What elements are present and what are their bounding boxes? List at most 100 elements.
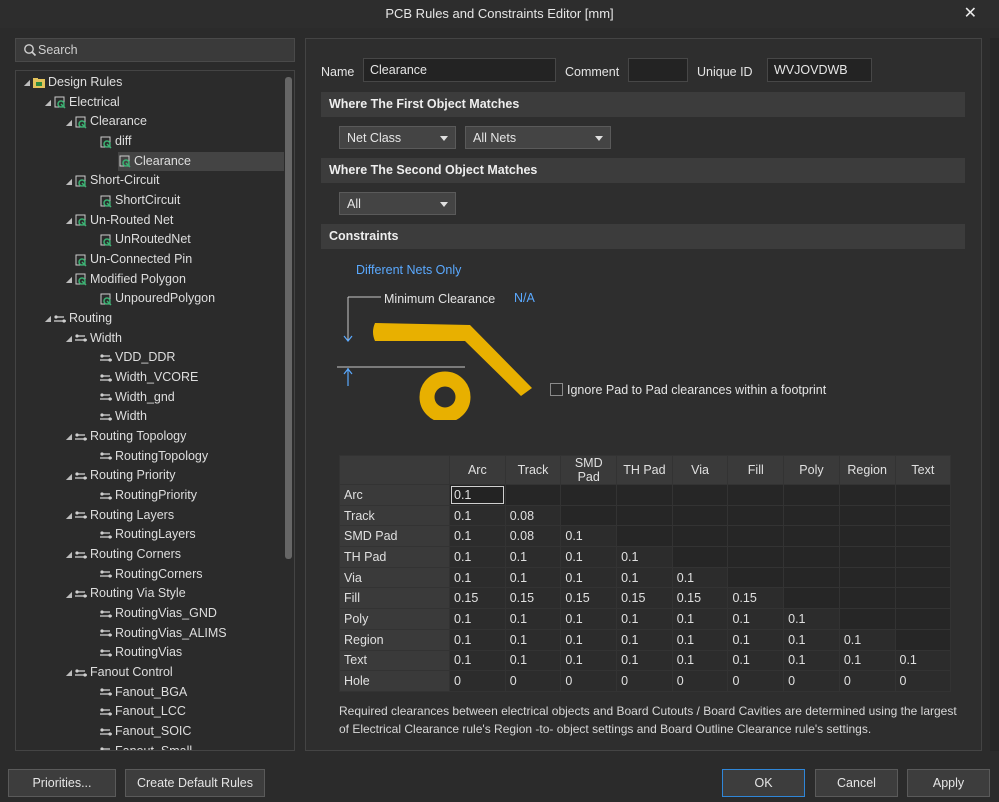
matrix-cell[interactable]: 0.1 (504, 566, 562, 589)
comment-field[interactable] (628, 58, 688, 82)
expand-arrow-icon[interactable]: ◢ (43, 309, 53, 328)
expand-arrow-icon[interactable]: ◢ (64, 467, 74, 486)
matrix-cell[interactable]: 0 (894, 670, 952, 692)
expand-arrow-icon[interactable]: ◢ (43, 93, 53, 112)
tree-node[interactable]: RoutingLayers (99, 525, 196, 544)
ok-button[interactable]: OK (722, 769, 805, 797)
matrix-cell[interactable]: 0.1 (449, 608, 506, 630)
second-match-type-select[interactable]: All (339, 192, 456, 215)
matrix-cell[interactable]: 0.15 (671, 587, 729, 610)
tree-node[interactable]: RoutingVias_ALIMS (99, 624, 227, 643)
tree-node[interactable]: Fanout_LCC (99, 702, 186, 721)
matrix-cell[interactable]: 0.1 (783, 628, 840, 651)
create-default-rules-button[interactable]: Create Default Rules (125, 769, 265, 797)
tree-node[interactable]: ◢ Routing Topology (64, 427, 186, 446)
tree-node[interactable]: ◢ Design Rules (22, 73, 122, 92)
expand-arrow-icon[interactable]: ◢ (64, 663, 74, 682)
matrix-cell[interactable]: 0.15 (616, 587, 673, 610)
tree-node[interactable]: ◢ Routing Priority (64, 466, 176, 486)
tree-node[interactable]: ◢ Routing Via Style (64, 584, 186, 603)
matrix-cell[interactable]: 0.15 (560, 587, 618, 610)
matrix-cell[interactable]: 0.15 (727, 587, 785, 610)
expand-arrow-icon[interactable]: ◢ (64, 270, 74, 289)
tree-scrollbar-thumb[interactable] (285, 77, 292, 559)
matrix-cell[interactable]: 0.1 (671, 649, 729, 672)
matrix-cell[interactable]: 0 (616, 670, 673, 692)
matrix-cell[interactable]: 0.1 (449, 504, 506, 527)
matrix-cell[interactable]: 0.1 (616, 649, 673, 672)
tree-node[interactable]: Width_gnd (99, 388, 175, 407)
tree-node[interactable]: Clearance (118, 151, 284, 171)
matrix-cell[interactable]: 0.1 (838, 628, 896, 651)
tree-node[interactable]: Width_VCORE (99, 368, 198, 387)
matrix-cell[interactable]: 0 (449, 670, 506, 692)
clearance-matrix[interactable]: Arc Track SMD Pad TH Pad Via Fill Poly Region Te… (339, 455, 952, 692)
expand-arrow-icon[interactable]: ◢ (64, 329, 74, 348)
matrix-cell[interactable]: 0.1 (838, 649, 896, 672)
matrix-cell[interactable]: 0.1 (504, 649, 562, 672)
tree-node[interactable]: Fanout_SOIC (99, 722, 191, 741)
tree-node[interactable]: RoutingVias (99, 643, 182, 662)
tree-node[interactable]: Un-Connected Pin (64, 250, 192, 269)
tree-node[interactable]: Width (99, 407, 147, 426)
first-match-value-select[interactable]: All Nets (465, 126, 611, 149)
tree-node[interactable]: ◢ Routing Layers (64, 506, 174, 525)
matrix-cell[interactable]: 0 (783, 670, 840, 692)
matrix-cell[interactable]: 0 (838, 670, 896, 692)
matrix-cell[interactable]: 0.1 (727, 649, 785, 672)
matrix-cell[interactable]: 0.1 (671, 566, 729, 589)
tree-node[interactable]: ◢ Clearance (64, 112, 147, 131)
tree-node[interactable]: Fanout_Small (99, 742, 192, 750)
expand-arrow-icon[interactable]: ◢ (64, 545, 74, 564)
matrix-cell[interactable]: 0.1 (894, 649, 952, 672)
matrix-cell[interactable]: 0.15 (504, 587, 562, 610)
matrix-cell[interactable]: 0.1 (560, 649, 618, 672)
name-field[interactable]: Clearance (363, 58, 556, 82)
matrix-cell[interactable]: 0.1 (616, 628, 673, 651)
tree-node[interactable]: ◢ Short-Circuit (64, 171, 159, 190)
tree-node[interactable]: VDD_DDR (99, 348, 175, 367)
expand-arrow-icon[interactable]: ◢ (64, 113, 74, 132)
expand-arrow-icon[interactable]: ◢ (64, 427, 74, 446)
rules-tree[interactable]: ◢ Design Rules ◢ Electrical ◢ Clearance diff Cl… (15, 70, 295, 751)
tree-node[interactable]: UnpouredPolygon (99, 289, 215, 308)
matrix-cell[interactable]: 0.1 (504, 628, 562, 651)
priorities-button[interactable]: Priorities... (8, 769, 116, 797)
expand-arrow-icon[interactable]: ◢ (22, 73, 32, 92)
tree-node[interactable]: Fanout_BGA (99, 683, 187, 702)
tree-node[interactable]: ◢ Width (64, 329, 122, 348)
tree-node[interactable]: ◢ Modified Polygon (64, 270, 186, 289)
matrix-cell[interactable]: 0 (560, 670, 618, 692)
matrix-cell[interactable]: 0.1 (616, 608, 673, 630)
matrix-cell[interactable]: 0 (671, 670, 729, 692)
tree-node[interactable]: RoutingTopology (99, 447, 208, 466)
cancel-button[interactable]: Cancel (815, 769, 898, 797)
matrix-cell[interactable]: 0.1 (449, 566, 506, 589)
tree-node[interactable]: RoutingCorners (99, 565, 203, 584)
tree-scrollbar[interactable] (285, 75, 292, 743)
matrix-cell[interactable]: 0 (504, 670, 562, 692)
matrix-cell[interactable]: 0.1 (616, 566, 673, 589)
matrix-cell[interactable]: 0.1 (783, 608, 840, 630)
expand-arrow-icon[interactable]: ◢ (64, 506, 74, 525)
search-input[interactable]: Search (15, 38, 295, 62)
tree-node[interactable]: ◢ Routing (43, 309, 112, 328)
matrix-cell[interactable]: 0.1 (727, 608, 785, 630)
unique-id-field[interactable]: WVJOVDWB (767, 58, 872, 82)
matrix-cell[interactable]: 0.08 (504, 525, 562, 548)
matrix-cell[interactable]: 0.1 (616, 546, 673, 568)
tree-node[interactable]: ◢ Routing Corners (64, 545, 181, 564)
first-match-type-select[interactable]: Net Class (339, 126, 456, 149)
matrix-cell[interactable]: 0.1 (449, 628, 506, 651)
matrix-cell[interactable]: 0.1 (560, 628, 618, 651)
expand-arrow-icon[interactable]: ◢ (64, 172, 74, 191)
matrix-cell[interactable]: 0.1 (727, 628, 785, 651)
expand-arrow-icon[interactable]: ◢ (64, 585, 74, 604)
tree-node[interactable]: UnRoutedNet (99, 230, 191, 249)
matrix-cell[interactable]: 0.1 (560, 608, 618, 630)
tree-node[interactable]: RoutingVias_GND (99, 604, 217, 623)
matrix-cell[interactable]: 0.1 (560, 525, 618, 548)
tree-node[interactable]: ◢ Fanout Control (64, 663, 173, 682)
close-icon[interactable]: ✕ (964, 3, 977, 23)
ignore-pad-checkbox[interactable] (550, 383, 563, 396)
